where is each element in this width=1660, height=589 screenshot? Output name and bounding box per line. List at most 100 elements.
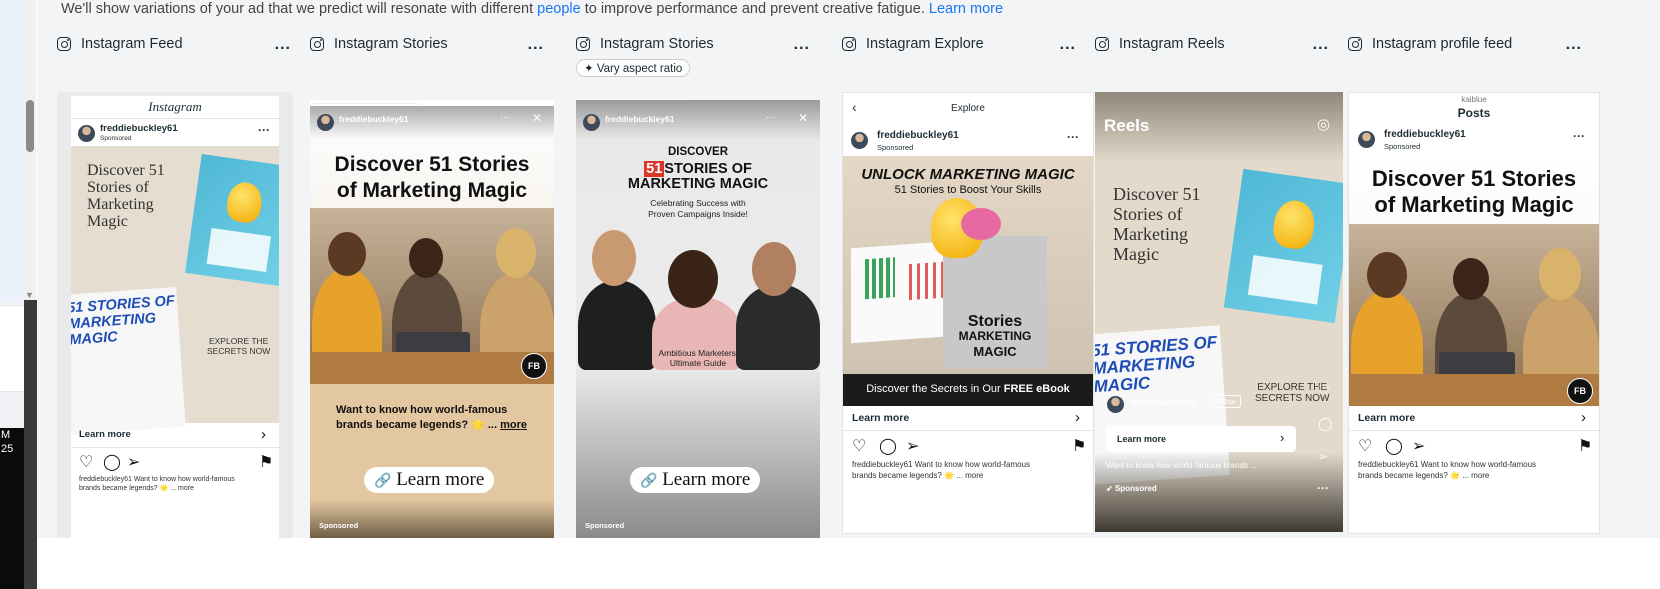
vary-aspect-ratio-badge[interactable]: ✦ Vary aspect ratio	[576, 59, 691, 77]
bookmark-icon[interactable]: ⚑	[1072, 436, 1086, 456]
heart-icon[interactable]: ♡	[79, 452, 93, 472]
learn-more-button[interactable]: 🔗 Learn more	[630, 467, 761, 493]
placement-header: Instagram Reels ...	[1095, 34, 1341, 56]
instagram-icon	[310, 37, 324, 51]
hero-line: Magic	[87, 213, 128, 230]
head	[592, 230, 636, 286]
comment-icon[interactable]: ◯	[1318, 416, 1333, 432]
post-menu-icon[interactable]: ···	[1573, 129, 1585, 143]
caption: freddiebuckley61 Want to know how world-…	[1358, 459, 1536, 481]
head	[668, 250, 718, 308]
dark-strip: Discover the Secrets in Our FREE eBook	[843, 374, 1093, 406]
footer-line: Ultimate Guide	[669, 358, 727, 368]
username: freddiebuckley61	[877, 130, 959, 141]
instagram-icon	[1095, 37, 1109, 51]
hero-line: Marketing	[1113, 224, 1188, 244]
explore-line: EXPLORE THE	[208, 336, 269, 346]
cta-bar[interactable]: Learn more ›	[1349, 406, 1599, 431]
learn-more-link[interactable]: Learn more	[929, 1, 1003, 17]
username: freddiebuckley61	[100, 123, 178, 134]
follow-button[interactable]: Follow	[1209, 395, 1241, 408]
book-title: 51 STORIES OF MARKETING MAGIC	[1095, 333, 1220, 397]
more-options-button[interactable]: ...	[1060, 36, 1076, 54]
explore-header: Explore	[951, 103, 985, 114]
placement-header: Instagram Explore ...	[842, 34, 1088, 56]
username: freddiebuckley61	[339, 114, 409, 124]
placement-title: Instagram Stories	[600, 36, 714, 52]
cta-bar[interactable]: Learn more ›	[843, 406, 1093, 431]
more-options-button[interactable]: ...	[1313, 36, 1329, 54]
placement-instagram-feed: Instagram Feed ... Instagram freddiebuck…	[57, 34, 303, 539]
sponsored-label: Sponsored	[319, 521, 359, 530]
chart-paper	[206, 228, 272, 273]
comment-icon[interactable]: ◯	[1385, 436, 1403, 456]
comment-icon[interactable]: ◯	[879, 436, 897, 456]
title-line: MARKETING MAGIC	[627, 176, 769, 192]
number-badge: 51	[644, 161, 665, 177]
cta-bar[interactable]: Learn more ›	[71, 423, 279, 448]
bookmark-icon[interactable]: ⚑	[259, 452, 273, 472]
explore-card: ‹ Explore freddiebuckley61 Sponsored ···…	[842, 92, 1094, 534]
scroll-down-arrow-icon[interactable]: ▼	[25, 290, 34, 300]
profile-card: kaiblue Posts freddiebuckley61 Sponsored…	[1348, 92, 1600, 534]
story-body: Want to know how world-famous brands bec…	[336, 403, 527, 433]
comment-icon[interactable]: ◯	[103, 452, 121, 472]
reels-menu-icon[interactable]: ···	[1317, 481, 1329, 495]
sponsored-text: Sponsored	[1114, 484, 1157, 493]
post-menu-icon[interactable]: ···	[1067, 130, 1079, 144]
story-menu-icon[interactable]: ···	[766, 112, 776, 123]
story2-title: 51 STORIES OF MARKETING MAGIC	[576, 161, 820, 192]
more-options-button[interactable]: ...	[794, 36, 810, 54]
cta-label: Learn more	[1117, 434, 1167, 444]
close-icon[interactable]: ✕	[798, 111, 808, 125]
learn-more-button[interactable]: 🔗 Learn more	[364, 467, 495, 493]
more-link[interactable]: more	[500, 419, 527, 431]
hero-line: Stories of	[1113, 204, 1183, 224]
ad-image: Discover 51 Stories of Marketing Magic F…	[1349, 156, 1599, 406]
heart-icon[interactable]: ♡	[1358, 436, 1372, 456]
more-options-button[interactable]: ...	[528, 36, 544, 54]
avatar	[78, 125, 95, 142]
story-preview: freddiebuckley61 ··· ✕ DISCOVER 51 STORIE…	[576, 100, 820, 539]
title-line: STORIES OF	[664, 161, 752, 177]
strip-text: Discover the Secrets in Our FREE eBook	[843, 383, 1093, 395]
share-icon[interactable]: ➢	[906, 436, 919, 456]
camera-icon[interactable]: ◎	[1317, 115, 1330, 133]
close-icon[interactable]: ✕	[532, 111, 542, 125]
fb-badge: FB	[521, 353, 547, 379]
link-icon: 🔗	[640, 474, 658, 489]
sub-line: Proven Campaigns Inside!	[648, 209, 748, 219]
sub-line: Celebrating Success with	[650, 198, 746, 208]
feed-preview: Instagram freddiebuckley61 Sponsored ···…	[57, 92, 293, 539]
people-link[interactable]: people	[537, 1, 581, 17]
scrollbar-thumb[interactable]	[26, 100, 34, 152]
avatar	[583, 114, 600, 131]
heart-icon[interactable]: ♡	[1317, 382, 1330, 400]
more-options-button[interactable]: ...	[275, 36, 291, 54]
placement-header: Instagram Stories ...	[576, 34, 822, 56]
intro-text: We'll show variations of your ad that we…	[61, 1, 1003, 17]
lightbulb-icon	[1270, 197, 1318, 252]
learn-more-button[interactable]: Learn more ›	[1106, 426, 1296, 452]
share-icon[interactable]: ➢	[127, 452, 140, 472]
footer-line: Ambitious Marketers'	[658, 348, 738, 358]
caption-line: freddiebuckley61 Want to know how world-…	[852, 460, 1031, 469]
caption: freddiebuckley61 Want to know how world-…	[852, 459, 1030, 481]
body-line: brands became legends? 🌟 ...	[336, 419, 498, 431]
more-options-button[interactable]: ...	[1566, 36, 1582, 54]
caption-line: brands became legends? 🌟 ... more	[852, 471, 984, 480]
story-menu-icon[interactable]: ···	[500, 112, 510, 123]
bookmark-icon[interactable]: ⚑	[1578, 436, 1592, 456]
heart-icon[interactable]: ♡	[852, 436, 866, 456]
post-menu-icon[interactable]: ···	[258, 123, 270, 137]
book-line: MAGIC	[973, 344, 1017, 359]
scrollbar[interactable]: ▼	[24, 0, 36, 300]
instagram-icon	[576, 37, 590, 51]
share-icon[interactable]: ➢	[1412, 436, 1425, 456]
placement-instagram-reels: Instagram Reels ... Reels ◎ Discover 51 …	[1095, 34, 1343, 539]
ad-image: UNLOCK MARKETING MAGIC 51 Stories to Boo…	[843, 156, 1093, 406]
username: freddiebuckley61	[605, 114, 675, 124]
story2-subtitle: Celebrating Success with Proven Campaign…	[576, 198, 820, 220]
divider	[71, 118, 279, 119]
hero-line: Discover 51	[1113, 184, 1201, 204]
